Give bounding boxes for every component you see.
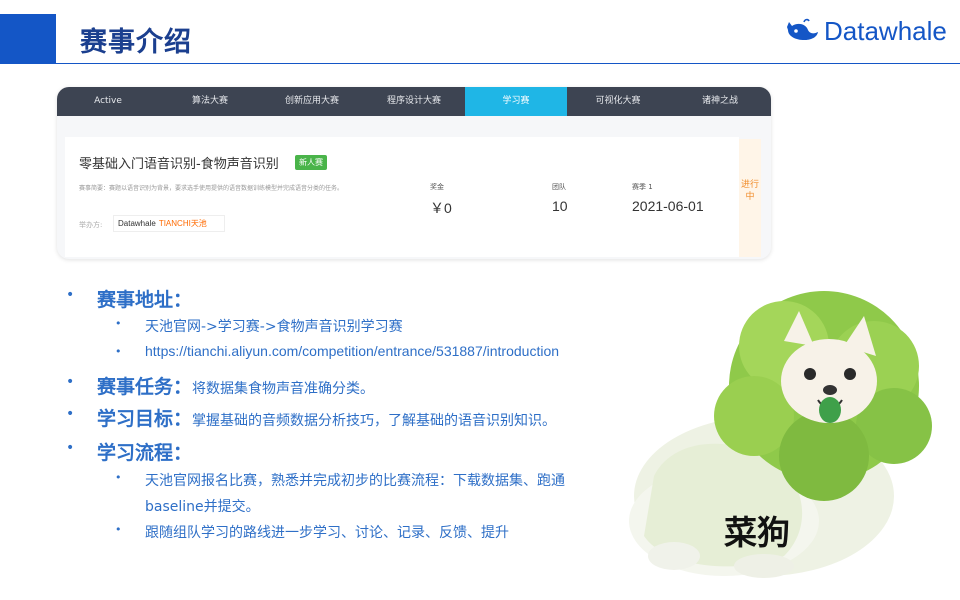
whale-icon [787, 18, 818, 40]
competition-card[interactable]: 零基础入门语音识别-食物声音识别 新人赛 赛事简要：赛题以语音识别为背景，要求选… [65, 137, 739, 257]
tab-innovation[interactable]: 创新应用大赛 [261, 87, 363, 116]
process-heading: 学习流程： [97, 442, 193, 464]
bullet-dot: • [66, 374, 75, 390]
datawhale-host-logo: Datawhale [118, 219, 156, 228]
process-step-1: 天池官网报名比赛，熟悉并完成初步的比赛流程：下载数据集、跑通 [145, 473, 565, 489]
page-title: 赛事介绍 [80, 27, 192, 58]
address-path: 天池官网->学习赛->食物声音识别学习赛 [145, 319, 403, 335]
bullet-dot: • [66, 440, 75, 456]
goal-item: 学习目标： 掌握基础的音频数据分析技巧，了解基础的语音识别知识。 [97, 404, 556, 431]
goal-heading: 学习目标： [97, 408, 193, 430]
address-heading: 赛事地址： [97, 289, 193, 311]
header-accent-block [0, 14, 56, 64]
newbie-badge: 新人赛 [295, 155, 327, 170]
hosts-label: 举办方: [79, 221, 103, 229]
status-badge: 进行中 [739, 139, 761, 257]
process-step-2: 跟随组队学习的路线进一步学习、讨论、记录、反馈、提升 [145, 525, 509, 541]
goal-text: 掌握基础的音频数据分析技巧，了解基础的语音识别知识。 [192, 413, 557, 429]
address-item: 赛事地址： [97, 285, 192, 312]
task-text: 将数据集食物声音准确分类。 [192, 381, 375, 397]
prize-value: ￥0 [430, 200, 452, 216]
bullet-dot: • [115, 317, 122, 330]
competition-title[interactable]: 零基础入门语音识别-食物声音识别 [79, 153, 279, 172]
bullet-dot: • [115, 345, 122, 358]
header-divider [0, 63, 960, 64]
tianchi-host-logo: TIANCHI天池 [158, 219, 207, 228]
process-item: 学习流程： [97, 438, 192, 465]
bullet-dot: • [66, 406, 75, 422]
brand-name: Datawhale [824, 16, 947, 46]
team-label: 团队 [552, 183, 566, 191]
process-step-1-cont: baseline并提交。 [145, 499, 260, 515]
tab-algorithm[interactable]: 算法大赛 [159, 87, 261, 116]
tab-programming[interactable]: 程序设计大赛 [363, 87, 465, 116]
brand-logo: Datawhale [786, 16, 947, 47]
mascot-caption: 菜狗 [724, 513, 790, 552]
competition-description: 赛事简要：赛题以语音识别为背景，要求选手使用提供的语音数据训练模型并完成语音分类… [79, 185, 344, 192]
tab-active[interactable]: Active [57, 87, 159, 116]
tab-visualization[interactable]: 可视化大赛 [567, 87, 669, 116]
bullet-dot: • [115, 471, 122, 484]
competition-screenshot: Active 算法大赛 创新应用大赛 程序设计大赛 学习赛 可视化大赛 诸神之战… [57, 87, 771, 259]
tab-learning[interactable]: 学习赛 [465, 87, 567, 116]
prize-label: 奖金 [430, 183, 444, 191]
task-heading: 赛事任务： [97, 376, 193, 398]
task-item: 赛事任务： 将数据集食物声音准确分类。 [97, 372, 374, 399]
season-value: 2021-06-01 [632, 198, 704, 214]
competition-url-link[interactable]: https://tianchi.aliyun.com/competition/e… [145, 343, 623, 363]
bullet-dot: • [115, 523, 122, 536]
category-tabs: Active 算法大赛 创新应用大赛 程序设计大赛 学习赛 可视化大赛 诸神之战 [57, 87, 771, 116]
season-label: 赛季 1 [632, 183, 653, 191]
host-logos: Datawhale TIANCHI天池 [113, 215, 225, 232]
team-value: 10 [552, 198, 568, 214]
tab-gods-battle[interactable]: 诸神之战 [669, 87, 771, 116]
bullet-dot: • [66, 287, 75, 303]
